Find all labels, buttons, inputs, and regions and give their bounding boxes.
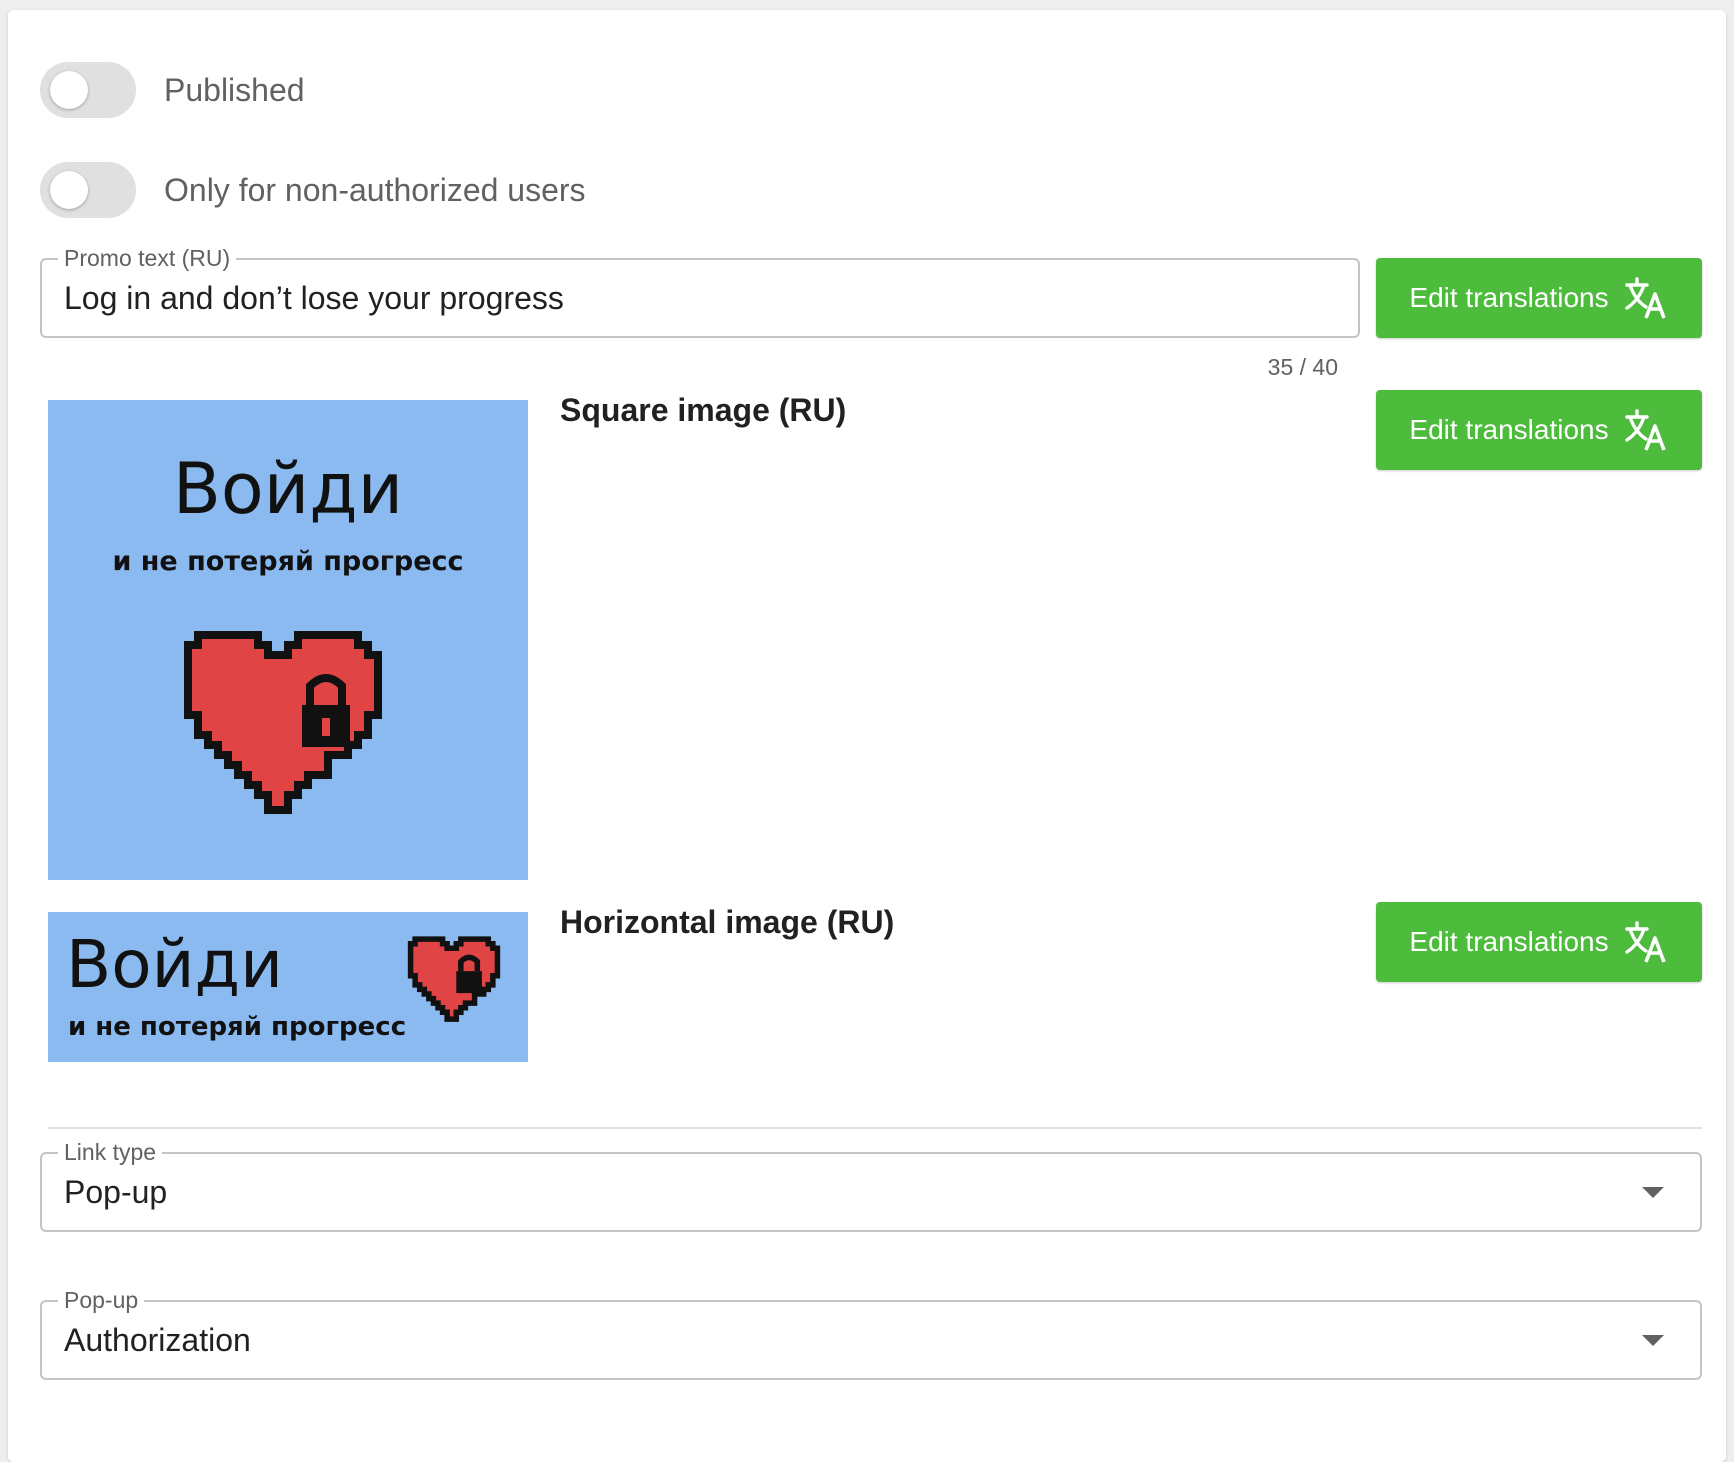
chevron-down-icon[interactable] bbox=[1642, 1187, 1664, 1198]
square-image-subtitle: и не потеряй прогресс bbox=[112, 546, 464, 577]
square-image-title: Войди bbox=[172, 448, 404, 530]
button-label: Edit translations bbox=[1409, 926, 1609, 957]
published-switch[interactable] bbox=[40, 62, 136, 118]
published-label: Published bbox=[164, 71, 305, 108]
button-label: Edit translations bbox=[1409, 282, 1609, 313]
horizontal-image-preview: Войди и не потеряй прогресс bbox=[48, 912, 528, 1062]
square-image-label: Square image (RU) bbox=[560, 392, 847, 428]
section-divider bbox=[48, 1127, 1702, 1129]
translate-icon bbox=[1624, 921, 1666, 963]
chevron-down-icon[interactable] bbox=[1642, 1335, 1664, 1346]
heart-lock-icon bbox=[184, 631, 382, 814]
translate-icon bbox=[1624, 409, 1666, 451]
switch-thumb bbox=[50, 171, 88, 209]
horizontal-image-title: Войди bbox=[66, 926, 284, 1003]
horizontal-image-label: Horizontal image (RU) bbox=[560, 904, 895, 940]
horizontal-image-edit-translations-button[interactable]: Edit translations bbox=[1376, 902, 1702, 982]
popup-value: Authorization bbox=[64, 1321, 251, 1358]
promo-text-field[interactable]: Promo text (RU) Log in and don’t lose yo… bbox=[40, 244, 1360, 338]
promo-edit-translations-button[interactable]: Edit translations bbox=[1376, 258, 1702, 338]
non-authorized-toggle-row: Only for non-authorized users bbox=[40, 162, 586, 218]
settings-card: Published Only for non-authorized users … bbox=[8, 10, 1726, 1462]
popup-select[interactable]: Pop-up Authorization bbox=[40, 1286, 1702, 1380]
promo-text-value[interactable]: Log in and don’t lose your progress bbox=[64, 260, 564, 336]
horizontal-image-subtitle: и не потеряй прогресс bbox=[68, 1012, 407, 1042]
switch-thumb bbox=[50, 71, 88, 109]
link-type-select[interactable]: Link type Pop-up bbox=[40, 1138, 1702, 1232]
square-image-edit-translations-button[interactable]: Edit translations bbox=[1376, 390, 1702, 470]
published-toggle-row: Published bbox=[40, 62, 305, 118]
heart-lock-icon bbox=[407, 936, 501, 1022]
button-label: Edit translations bbox=[1409, 414, 1609, 445]
character-counter: 35 / 40 bbox=[1267, 354, 1338, 380]
non-authorized-label: Only for non-authorized users bbox=[164, 171, 586, 208]
translate-icon bbox=[1624, 277, 1666, 319]
square-image-preview: Войди и не потеряй прогресс bbox=[48, 400, 528, 880]
link-type-value: Pop-up bbox=[64, 1173, 168, 1210]
non-authorized-switch[interactable] bbox=[40, 162, 136, 218]
